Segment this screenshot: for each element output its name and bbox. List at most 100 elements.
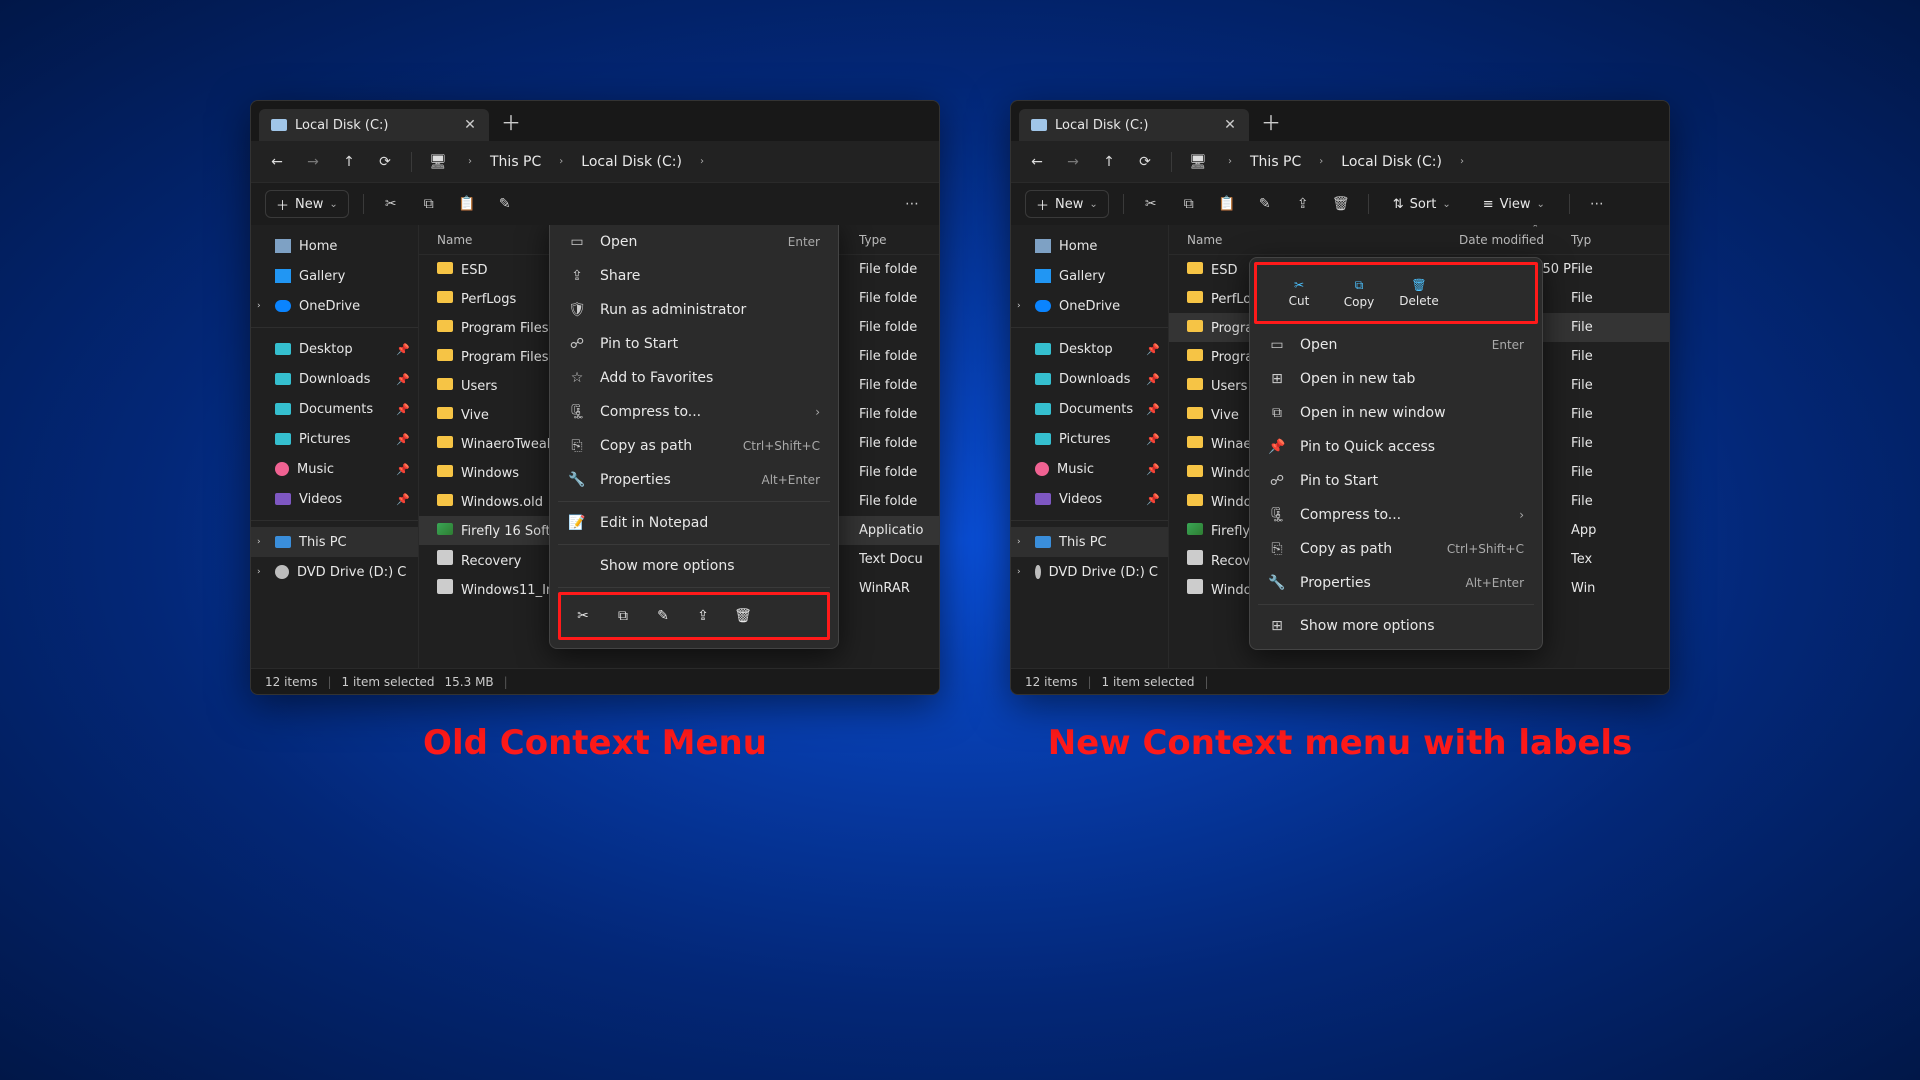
forward-button[interactable]: →: [1061, 150, 1085, 174]
sidebar-videos[interactable]: Videos📌: [251, 484, 418, 514]
mi-admin[interactable]: 🛡Run as administrator: [556, 293, 832, 327]
file-list: Name ⌃ Date modified Typ ESD2/9/2023 11:…: [1169, 225, 1669, 668]
mi-copypath[interactable]: ⎘Copy as pathCtrl+Shift+C: [556, 429, 832, 463]
sidebar-desktop[interactable]: Desktop📌: [1011, 334, 1168, 364]
rename-icon[interactable]: ✎: [1252, 191, 1278, 217]
sidebar-videos[interactable]: Videos📌: [1011, 484, 1168, 514]
mi-pinstart[interactable]: ☍Pin to Start: [556, 327, 832, 361]
up-button[interactable]: ↑: [337, 150, 361, 174]
new-button[interactable]: ＋ New ⌄: [265, 190, 349, 218]
mi-properties[interactable]: 🔧PropertiesAlt+Enter: [1256, 566, 1536, 600]
mi-compress[interactable]: 🗜Compress to...›: [1256, 498, 1536, 532]
mi-pinstart[interactable]: ☍Pin to Start: [1256, 464, 1536, 498]
sidebar-pictures[interactable]: Pictures📌: [251, 424, 418, 454]
sidebar-home[interactable]: Home: [1011, 231, 1168, 261]
sidebar-downloads[interactable]: Downloads📌: [1011, 364, 1168, 394]
sidebar-onedrive[interactable]: ›OneDrive: [1011, 291, 1168, 321]
newtab-icon: ⊞: [1268, 371, 1286, 387]
mi-favorites[interactable]: ☆Add to Favorites: [556, 361, 832, 395]
cut-icon[interactable]: ✂: [378, 191, 404, 217]
sidebar-music[interactable]: Music📌: [251, 454, 418, 484]
forward-button[interactable]: →: [301, 150, 325, 174]
mi-open[interactable]: ▭OpenEnter: [1256, 328, 1536, 362]
up-button[interactable]: ↑: [1097, 150, 1121, 174]
mi-newwin[interactable]: ⧉Open in new window: [1256, 396, 1536, 430]
sidebar-thispc[interactable]: ›This PC: [251, 527, 418, 557]
edit-icon: 📝: [568, 515, 586, 531]
cut-icon[interactable]: ✂: [1138, 191, 1164, 217]
folder-icon: [437, 378, 453, 390]
delete-icon[interactable]: 🗑: [725, 599, 761, 633]
pc-icon: 🖥: [1186, 150, 1210, 174]
cut-icon[interactable]: ✂: [565, 599, 601, 633]
sidebar-music[interactable]: Music📌: [1011, 454, 1168, 484]
breadcrumb-drive[interactable]: Local Disk (C:): [1341, 154, 1442, 170]
mi-show-more[interactable]: ⊞Show more options: [1256, 609, 1536, 643]
tab-active[interactable]: Local Disk (C:) ✕: [1019, 109, 1249, 141]
copy-icon[interactable]: ⧉: [605, 599, 641, 633]
rename-icon[interactable]: ✎: [492, 191, 518, 217]
more-icon[interactable]: ⋯: [899, 191, 925, 217]
refresh-button[interactable]: ⟳: [373, 150, 397, 174]
close-icon[interactable]: ✕: [1223, 117, 1237, 133]
context-menu-new: ✂Cut ⧉Copy 🗑Delete ▭OpenEnter ⊞Open in n…: [1249, 257, 1543, 650]
more-icon[interactable]: ⋯: [1584, 191, 1610, 217]
sidebar-onedrive[interactable]: ›OneDrive: [251, 291, 418, 321]
toolbar: ＋ New ⌄ ✂ ⧉ 📋 ✎ ⋯: [251, 183, 939, 225]
add-tab-button[interactable]: ＋: [1261, 107, 1281, 136]
new-button[interactable]: ＋ New ⌄: [1025, 190, 1109, 218]
delete-button[interactable]: 🗑Delete: [1391, 269, 1447, 317]
breadcrumb-pc[interactable]: This PC: [490, 154, 541, 170]
copy-icon[interactable]: ⧉: [1176, 191, 1202, 217]
breadcrumb-drive[interactable]: Local Disk (C:): [581, 154, 682, 170]
column-date: Date modified: [1459, 233, 1571, 247]
cut-button[interactable]: ✂Cut: [1271, 269, 1327, 317]
close-icon[interactable]: ✕: [463, 117, 477, 133]
pin-start-icon: ☍: [568, 336, 586, 352]
sidebar-pictures[interactable]: Pictures📌: [1011, 424, 1168, 454]
back-button[interactable]: ←: [265, 150, 289, 174]
mi-compress[interactable]: 🗜Compress to...›: [556, 395, 832, 429]
sidebar-gallery[interactable]: Gallery: [1011, 261, 1168, 291]
folder-icon: [437, 407, 453, 419]
mi-pinquick[interactable]: 📌Pin to Quick access: [1256, 430, 1536, 464]
paste-icon[interactable]: 📋: [454, 191, 480, 217]
share-icon[interactable]: ⇪: [685, 599, 721, 633]
folder-icon: [1187, 262, 1203, 274]
status-selected: 1 item selected: [1102, 675, 1195, 689]
mi-show-more[interactable]: Show more options: [556, 549, 832, 583]
sidebar-desktop[interactable]: Desktop📌: [251, 334, 418, 364]
share-icon[interactable]: ⇪: [1290, 191, 1316, 217]
mi-open[interactable]: ▭OpenEnter: [556, 225, 832, 259]
sidebar-documents[interactable]: Documents📌: [1011, 394, 1168, 424]
sidebar-home[interactable]: Home: [251, 231, 418, 261]
mi-newtab[interactable]: ⊞Open in new tab: [1256, 362, 1536, 396]
sort-button[interactable]: ⇅Sort⌄: [1383, 190, 1461, 218]
breadcrumb-pc[interactable]: This PC: [1250, 154, 1301, 170]
sidebar-thispc[interactable]: ›This PC: [1011, 527, 1168, 557]
tab-active[interactable]: Local Disk (C:) ✕: [259, 109, 489, 141]
sidebar-documents[interactable]: Documents📌: [251, 394, 418, 424]
sidebar-downloads[interactable]: Downloads📌: [251, 364, 418, 394]
view-button[interactable]: ≡View⌄: [1473, 190, 1555, 218]
copy-icon[interactable]: ⧉: [416, 191, 442, 217]
sidebar-gallery[interactable]: Gallery: [251, 261, 418, 291]
app-icon: [437, 523, 453, 535]
copy-button[interactable]: ⧉Copy: [1331, 269, 1387, 317]
sidebar-dvd[interactable]: ›DVD Drive (D:) C: [1011, 557, 1168, 587]
sidebar-dvd[interactable]: ›DVD Drive (D:) C: [251, 557, 418, 587]
folder-icon: [1187, 378, 1203, 390]
mi-share[interactable]: ⇪Share: [556, 259, 832, 293]
back-button[interactable]: ←: [1025, 150, 1049, 174]
add-tab-button[interactable]: ＋: [501, 107, 521, 136]
refresh-button[interactable]: ⟳: [1133, 150, 1157, 174]
mi-properties[interactable]: 🔧PropertiesAlt+Enter: [556, 463, 832, 497]
paste-icon[interactable]: 📋: [1214, 191, 1240, 217]
mi-edit-notepad[interactable]: 📝Edit in Notepad: [556, 506, 832, 540]
delete-icon[interactable]: 🗑: [1328, 191, 1354, 217]
list-header[interactable]: Name ⌃ Date modified Typ: [1169, 225, 1669, 255]
mi-copypath[interactable]: ⎘Copy as pathCtrl+Shift+C: [1256, 532, 1536, 566]
rename-icon[interactable]: ✎: [645, 599, 681, 633]
status-items: 12 items: [265, 675, 317, 689]
zip-icon: 🗜: [568, 404, 586, 420]
